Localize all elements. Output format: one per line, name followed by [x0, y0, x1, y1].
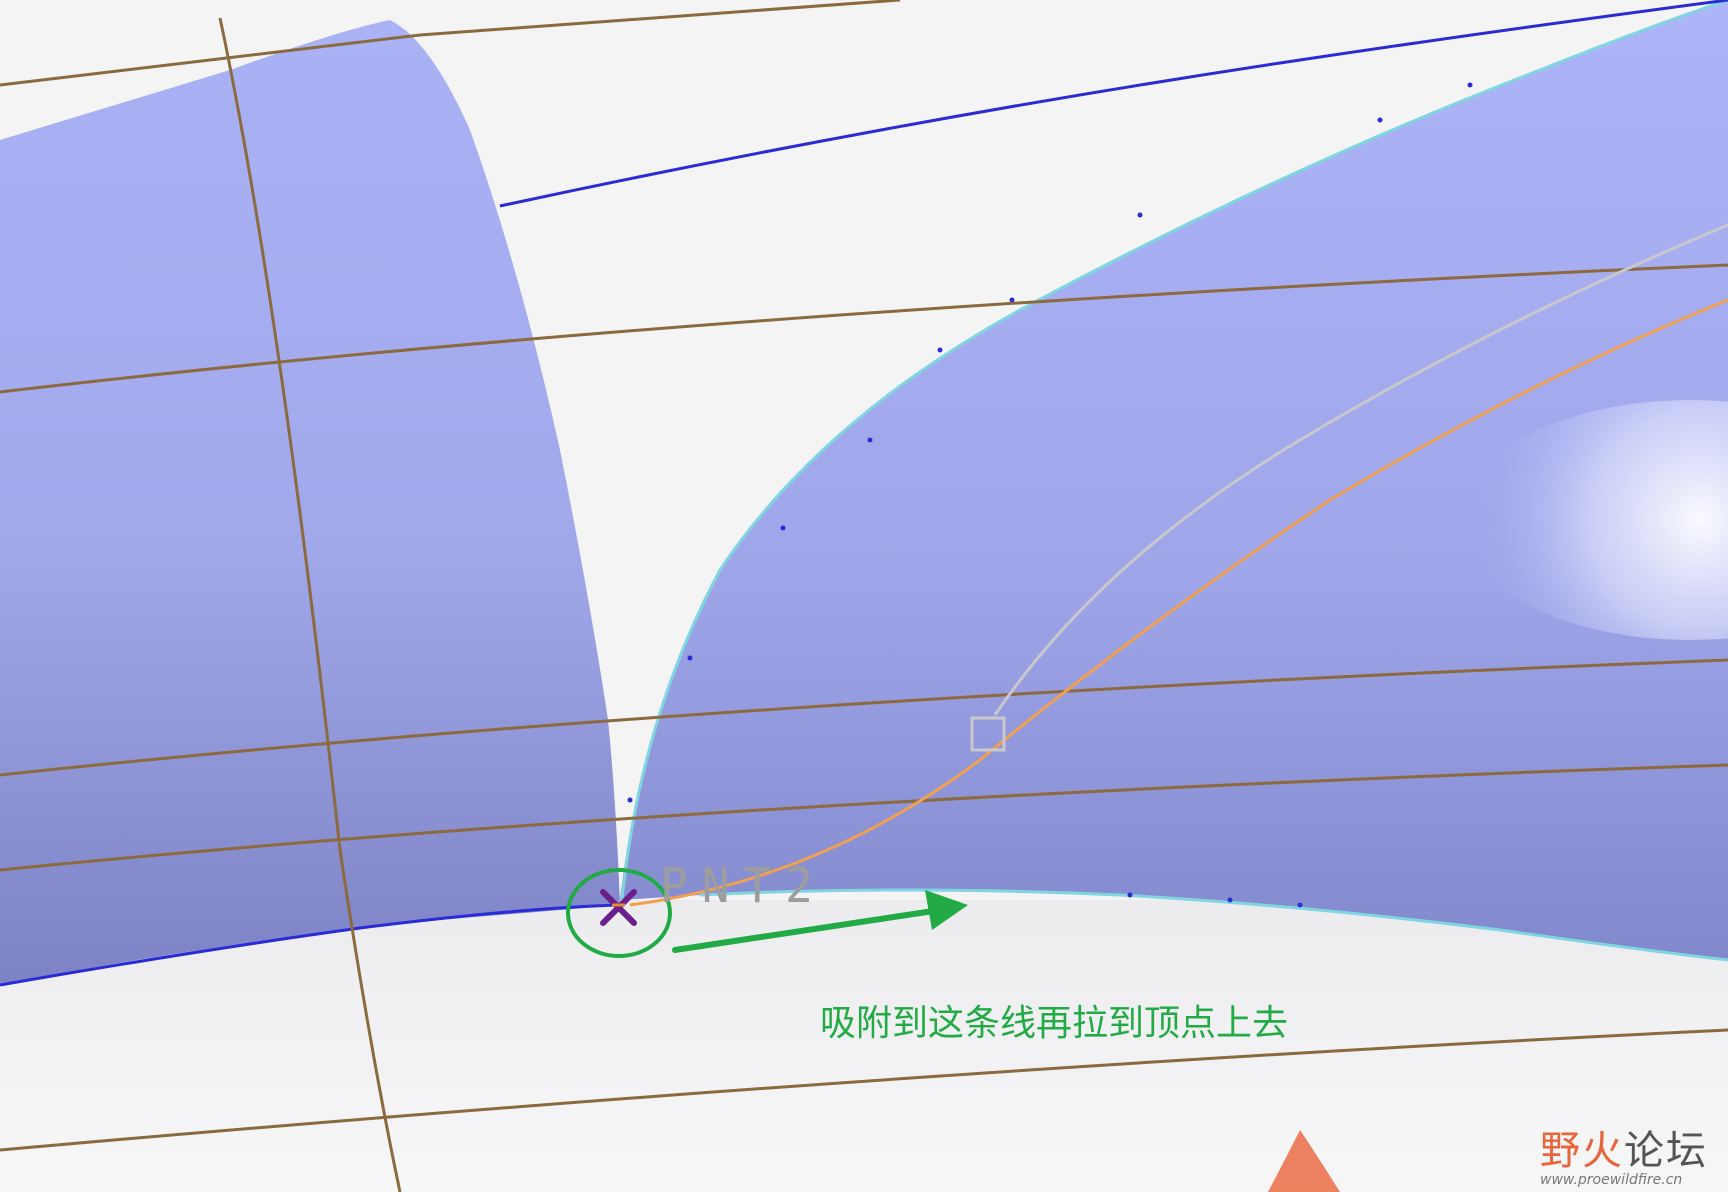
- watermark-char: 论: [1624, 1128, 1666, 1174]
- cad-graphics-viewport[interactable]: PNT2 吸附到这条线再拉到顶点上去 野火论坛 www.proewildfire…: [0, 0, 1728, 1192]
- watermark-char: 火: [1582, 1128, 1624, 1174]
- watermark-title: 野火论坛: [1540, 1118, 1710, 1176]
- point-label-pnt2: PNT2: [660, 856, 827, 914]
- watermark-logo: 野火论坛 www.proewildfire.cn: [1540, 1118, 1710, 1188]
- watermark-char: 坛: [1666, 1128, 1708, 1174]
- watermark-char: 野: [1540, 1128, 1582, 1174]
- annotation-text: 吸附到这条线再拉到顶点上去: [820, 1003, 1289, 1044]
